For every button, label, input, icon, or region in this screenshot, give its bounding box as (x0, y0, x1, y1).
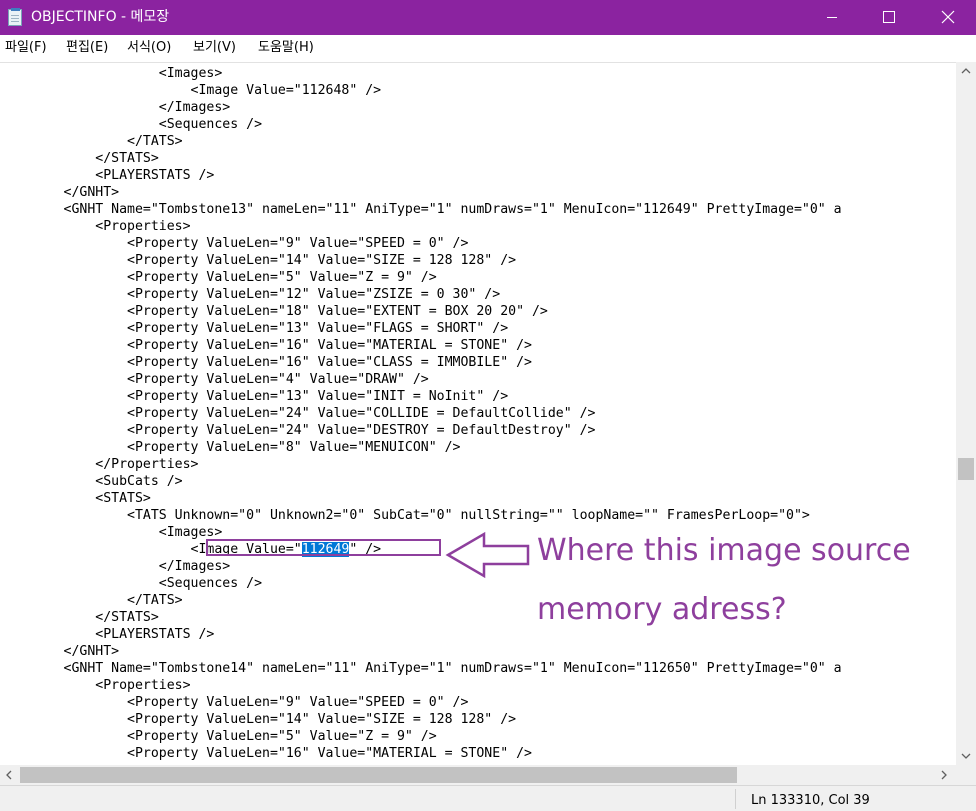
text-line[interactable]: </STATS> (0, 150, 842, 167)
maximize-button[interactable] (860, 0, 918, 35)
close-icon (941, 10, 955, 24)
text-line[interactable]: <GNHT Name="Tombstone13" nameLen="11" An… (0, 201, 842, 218)
maximize-icon (883, 11, 895, 23)
text-line[interactable]: <Property ValueLen="9" Value="SPEED = 0"… (0, 694, 842, 711)
chevron-right-icon (941, 770, 947, 780)
text-line[interactable]: <Images> (0, 65, 842, 82)
horizontal-scrollbar[interactable] (0, 765, 956, 785)
notepad-icon (8, 8, 22, 26)
chevron-up-icon (961, 68, 971, 74)
minimize-button[interactable] (802, 0, 860, 35)
text-line[interactable]: </Properties> (0, 456, 842, 473)
title-bar[interactable]: OBJECTINFO - 메모장 (0, 0, 976, 35)
text-line[interactable]: <Property ValueLen="13" Value="INIT = No… (0, 388, 842, 405)
scroll-right-button[interactable] (936, 765, 953, 785)
text-line[interactable]: <STATS> (0, 490, 842, 507)
text-line[interactable]: <Property ValueLen="12" Value="ZSIZE = 0… (0, 286, 842, 303)
text-line[interactable]: </GNHT> (0, 643, 842, 660)
text-line[interactable]: <Property ValueLen="4" Value="DRAW" /> (0, 371, 842, 388)
annotation-highlight-box (206, 539, 441, 556)
text-line[interactable]: <Property ValueLen="16" Value="MATERIAL … (0, 337, 842, 354)
text-line[interactable]: <Property ValueLen="16" Value="CLASS = I… (0, 354, 842, 371)
text-line[interactable]: <Property ValueLen="18" Value="EXTENT = … (0, 303, 842, 320)
text-line[interactable]: <TATS Unknown="0" Unknown2="0" SubCat="0… (0, 507, 842, 524)
menu-format[interactable]: 서식(O) (127, 39, 171, 56)
vertical-scrollbar[interactable] (956, 62, 976, 765)
text-line[interactable]: <Sequences /> (0, 575, 842, 592)
text-line[interactable]: <Properties> (0, 677, 842, 694)
text-line[interactable]: <GNHT Name="Tombstone14" nameLen="11" An… (0, 660, 842, 677)
text-line[interactable]: <Property ValueLen="16" Value="MATERIAL … (0, 745, 842, 762)
text-line[interactable]: <Property ValueLen="13" Value="FLAGS = S… (0, 320, 842, 337)
window-title: OBJECTINFO - 메모장 (31, 9, 170, 25)
menu-bar: 파일(F) 편집(E) 서식(O) 보기(V) 도움말(H) (0, 35, 976, 60)
status-divider (735, 789, 736, 809)
text-line[interactable]: <PLAYERSTATS /> (0, 626, 842, 643)
scroll-down-button[interactable] (956, 748, 976, 765)
text-line[interactable]: <Property ValueLen="9" Value="SPEED = 0"… (0, 235, 842, 252)
scroll-up-button[interactable] (956, 62, 976, 79)
text-line[interactable]: <Image Value="112648" /> (0, 82, 842, 99)
scroll-left-button[interactable] (0, 765, 17, 785)
annotation-question-line-1: Where this image source (537, 533, 911, 568)
chevron-down-icon (961, 753, 971, 759)
minimize-icon (827, 17, 837, 18)
scrollbar-corner (956, 765, 976, 785)
text-line[interactable]: </GNHT> (0, 184, 842, 201)
text-line[interactable]: </Images> (0, 99, 842, 116)
text-line[interactable]: <PLAYERSTATS /> (0, 167, 842, 184)
text-line[interactable]: <Property ValueLen="14" Value="SIZE = 12… (0, 711, 842, 728)
text-line[interactable]: <Properties> (0, 218, 842, 235)
editor-content[interactable]: <Images> <Image Value="112648" /> </Imag… (0, 65, 842, 762)
menu-file[interactable]: 파일(F) (5, 39, 47, 56)
horizontal-scroll-thumb[interactable] (20, 767, 737, 783)
menu-edit[interactable]: 편집(E) (66, 39, 108, 56)
text-line[interactable]: <SubCats /> (0, 473, 842, 490)
notepad-window: OBJECTINFO - 메모장 파일(F) 편집(E) 서식(O) 보기(V)… (0, 0, 976, 811)
annotation-question-line-2: memory adress? (537, 592, 787, 627)
text-line[interactable]: <Property ValueLen="24" Value="COLLIDE =… (0, 405, 842, 422)
annotation-arrow-icon (445, 531, 530, 579)
close-button[interactable] (918, 0, 976, 35)
text-line[interactable]: <Property ValueLen="24" Value="DESTROY =… (0, 422, 842, 439)
text-line[interactable]: <Sequences /> (0, 116, 842, 133)
text-editor[interactable]: <Images> <Image Value="112648" /> </Imag… (0, 62, 956, 765)
status-bar: Ln 133310, Col 39 (0, 785, 976, 811)
chevron-left-icon (6, 770, 12, 780)
text-line[interactable]: <Property ValueLen="5" Value="Z = 9" /> (0, 728, 842, 745)
text-line[interactable]: <Property ValueLen="8" Value="MENUICON" … (0, 439, 842, 456)
menu-help[interactable]: 도움말(H) (258, 39, 314, 56)
text-line[interactable]: <Property ValueLen="14" Value="SIZE = 12… (0, 252, 842, 269)
cursor-position: Ln 133310, Col 39 (751, 793, 870, 808)
text-line[interactable]: <Property ValueLen="5" Value="Z = 9" /> (0, 269, 842, 286)
text-line[interactable]: </TATS> (0, 133, 842, 150)
vertical-scroll-thumb[interactable] (958, 458, 974, 480)
menu-view[interactable]: 보기(V) (193, 39, 236, 56)
